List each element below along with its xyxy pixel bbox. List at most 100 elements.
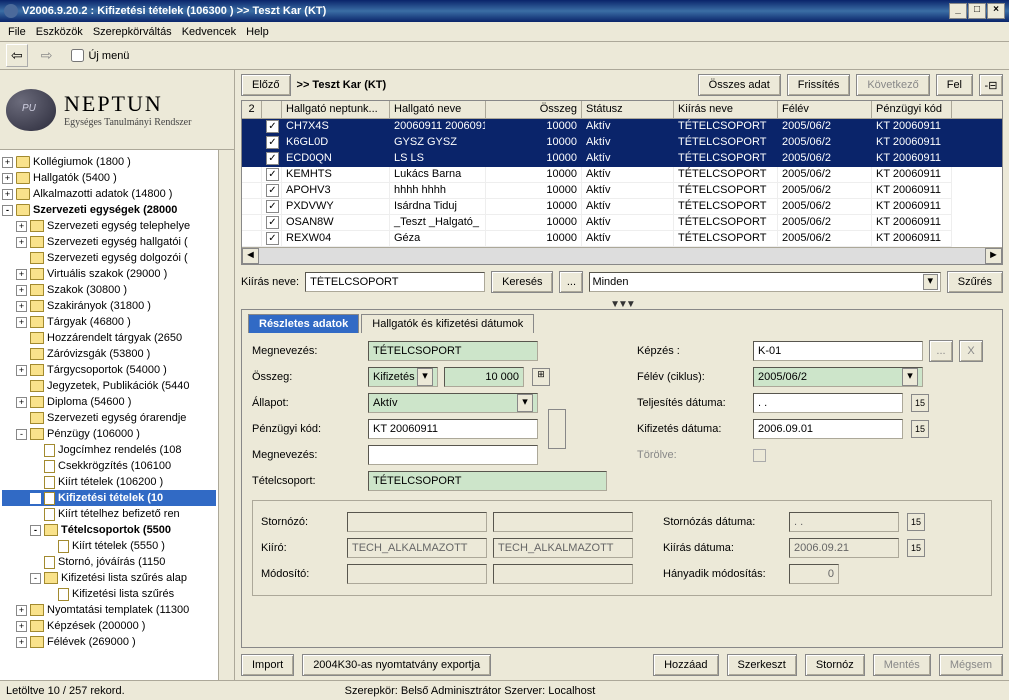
- filter-input[interactable]: [305, 272, 485, 292]
- cell[interactable]: 10000: [486, 135, 582, 151]
- tree-item[interactable]: Jegyzetek, Publikációk (5440: [2, 378, 216, 394]
- expand-icon[interactable]: +: [16, 621, 27, 632]
- collapse-icon[interactable]: -: [30, 573, 41, 584]
- expand-icon[interactable]: +: [16, 397, 27, 408]
- cell-checkbox[interactable]: ✓: [262, 231, 282, 247]
- calendar-icon[interactable]: 15: [907, 539, 925, 557]
- cell[interactable]: KT 20060911: [872, 119, 952, 135]
- cell[interactable]: Aktív: [582, 151, 674, 167]
- browse-button[interactable]: ...: [559, 271, 583, 293]
- tree-item[interactable]: Csekkrögzítés (106100: [2, 458, 216, 474]
- fld-tetelcsoport[interactable]: TÉTELCSOPORT: [368, 471, 607, 491]
- cell[interactable]: 10000: [486, 183, 582, 199]
- row-checkbox[interactable]: ✓: [266, 184, 279, 197]
- cell[interactable]: 10000: [486, 199, 582, 215]
- tree-item[interactable]: +Hallgatók (5400 ): [2, 170, 216, 186]
- expand-icon[interactable]: +: [16, 637, 27, 648]
- expand-icon[interactable]: +: [16, 605, 27, 616]
- cell[interactable]: OSAN8W: [282, 215, 390, 231]
- navigation-tree[interactable]: +Kollégiumok (1800 )+Hallgatók (5400 )+A…: [0, 150, 218, 680]
- calendar-icon[interactable]: 15: [911, 420, 929, 438]
- cell[interactable]: KT 20060911: [872, 167, 952, 183]
- tree-scrollbar[interactable]: [218, 150, 234, 680]
- collapse-icon[interactable]: -: [30, 525, 41, 536]
- fld-osszeg-val[interactable]: 10 000: [444, 367, 524, 387]
- row-checkbox[interactable]: ✓: [266, 200, 279, 213]
- clear-kepzes-button[interactable]: X: [959, 340, 983, 362]
- grid-corner[interactable]: 2: [242, 101, 262, 118]
- cell-checkbox[interactable]: ✓: [262, 151, 282, 167]
- cell[interactable]: Isárdna Tiduj: [390, 199, 486, 215]
- grid-checkbox-col[interactable]: [262, 101, 282, 118]
- menu-tools[interactable]: Eszközök: [36, 26, 83, 38]
- tree-item[interactable]: Kiírt tételek (5550 ): [2, 538, 216, 554]
- fld-telj[interactable]: . .: [753, 393, 903, 413]
- cell[interactable]: REXW04: [282, 231, 390, 247]
- tree-item[interactable]: +Kollégiumok (1800 ): [2, 154, 216, 170]
- save-button[interactable]: Mentés: [873, 654, 931, 676]
- expand-icon[interactable]: +: [16, 365, 27, 376]
- chevron-down-icon[interactable]: ▾: [902, 368, 918, 386]
- tree-item[interactable]: -Szervezeti egységek (28000: [2, 202, 216, 218]
- fld-kepzes[interactable]: K-01: [753, 341, 923, 361]
- cell[interactable]: 2005/06/2: [778, 167, 872, 183]
- maximize-button[interactable]: □: [968, 3, 986, 19]
- calendar-icon[interactable]: 15: [907, 513, 925, 531]
- cell[interactable]: Aktív: [582, 199, 674, 215]
- chevron-down-icon[interactable]: ▾: [517, 394, 533, 412]
- cell-checkbox[interactable]: ✓: [262, 183, 282, 199]
- cell[interactable]: _Teszt _Halgató_: [390, 215, 486, 231]
- cell[interactable]: ECD0QN: [282, 151, 390, 167]
- calendar-icon[interactable]: 15: [911, 394, 929, 412]
- tree-item[interactable]: Kiírt tételhez befizető ren: [2, 506, 216, 522]
- fld-megnevezes[interactable]: TÉTELCSOPORT: [368, 341, 538, 361]
- menu-favorites[interactable]: Kedvencek: [182, 26, 236, 38]
- edit-button[interactable]: Szerkeszt: [727, 654, 797, 676]
- table-row[interactable]: ✓CH7X4S20060911 200609110000AktívTÉTELCS…: [242, 119, 1002, 135]
- cell[interactable]: K6GL0D: [282, 135, 390, 151]
- tree-item[interactable]: +Tárgycsoportok (54000 ): [2, 362, 216, 378]
- table-row[interactable]: ✓REXW04 Géza10000AktívTÉTELCSOPORT2005/0…: [242, 231, 1002, 247]
- filter-scope-select[interactable]: Minden ▾: [589, 272, 940, 292]
- scroll-right-icon[interactable]: ►: [985, 248, 1002, 264]
- collapse-icon[interactable]: -: [2, 205, 13, 216]
- tree-item[interactable]: +Diploma (54600 ): [2, 394, 216, 410]
- tree-item[interactable]: +Képzések (200000 ): [2, 618, 216, 634]
- tree-item[interactable]: Záróvizsgák (53800 ): [2, 346, 216, 362]
- row-checkbox[interactable]: ✓: [266, 168, 279, 181]
- cell[interactable]: 2005/06/2: [778, 151, 872, 167]
- cell[interactable]: KT 20060911: [872, 231, 952, 247]
- tree-item[interactable]: +Szervezeti egység hallgatói (: [2, 234, 216, 250]
- cancel-button[interactable]: Mégsem: [939, 654, 1003, 676]
- side-button[interactable]: [548, 409, 566, 449]
- tab-details[interactable]: Részletes adatok: [248, 314, 359, 333]
- cell[interactable]: 20060911 2006091: [390, 119, 486, 135]
- tree-item[interactable]: +Félévek (269000 ): [2, 634, 216, 650]
- cell[interactable]: hhhh hhhh: [390, 183, 486, 199]
- expand-icon[interactable]: +: [2, 173, 13, 184]
- cell[interactable]: TÉTELCSOPORT: [674, 199, 778, 215]
- cell[interactable]: Aktív: [582, 119, 674, 135]
- expand-icon[interactable]: +: [16, 221, 27, 232]
- tree-item[interactable]: -Tételcsoportok (5500: [2, 522, 216, 538]
- cell-checkbox[interactable]: ✓: [262, 119, 282, 135]
- cell[interactable]: TÉTELCSOPORT: [674, 231, 778, 247]
- cell[interactable]: 2005/06/2: [778, 215, 872, 231]
- cell[interactable]: LS LS: [390, 151, 486, 167]
- cell[interactable]: APOHV3: [282, 183, 390, 199]
- expand-icon[interactable]: +: [2, 189, 13, 200]
- refresh-button[interactable]: Frissítés: [787, 74, 851, 96]
- cell[interactable]: 2005/06/2: [778, 199, 872, 215]
- export-button[interactable]: 2004K30-as nyomtatvány exportja: [302, 654, 491, 676]
- grid-col-kiiras[interactable]: Kiírás neve: [674, 101, 778, 118]
- up-button[interactable]: Fel: [936, 74, 973, 96]
- row-checkbox[interactable]: ✓: [266, 120, 279, 133]
- grid-col-pkod[interactable]: Pénzügyi kód: [872, 101, 952, 118]
- cell[interactable]: KEMHTS: [282, 167, 390, 183]
- fld-pkod[interactable]: KT 20060911: [368, 419, 538, 439]
- table-row[interactable]: ✓K6GL0DGYSZ GYSZ10000AktívTÉTELCSOPORT20…: [242, 135, 1002, 151]
- fld-kifiz[interactable]: 2006.09.01: [753, 419, 903, 439]
- cell-checkbox[interactable]: ✓: [262, 167, 282, 183]
- collapse-icon[interactable]: -: [16, 429, 27, 440]
- cell[interactable]: 2005/06/2: [778, 119, 872, 135]
